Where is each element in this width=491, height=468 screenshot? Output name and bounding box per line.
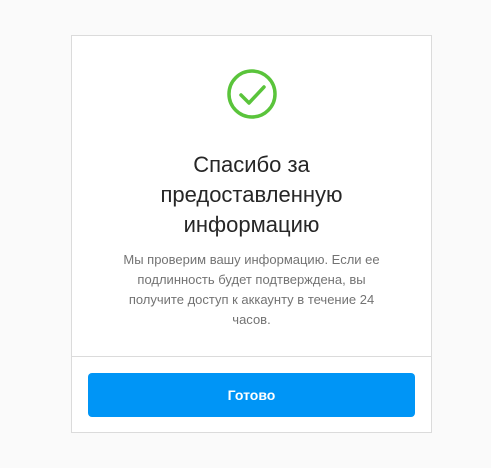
confirmation-description: Мы проверим вашу информацию. Если ее под… (123, 252, 380, 327)
divider (72, 356, 431, 357)
done-button[interactable]: Готово (88, 373, 415, 417)
confirmation-card: Спасибо за предоставленную информацию Мы… (71, 35, 432, 433)
check-circle-icon (226, 68, 278, 120)
confirmation-title: Спасибо за предоставленную информацию (160, 152, 343, 237)
page: Спасибо за предоставленную информацию Мы… (0, 0, 491, 468)
